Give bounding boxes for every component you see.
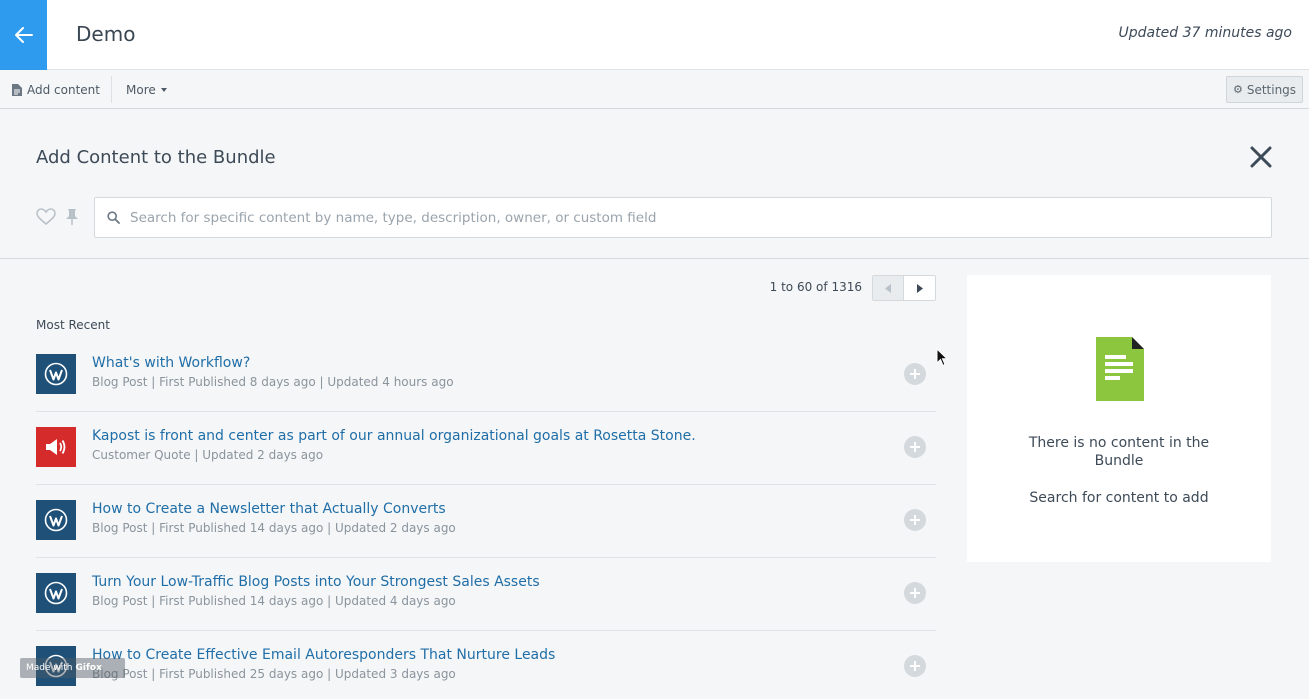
settings-button[interactable]: ⚙ Settings bbox=[1226, 76, 1303, 103]
back-button[interactable] bbox=[0, 0, 47, 70]
favorites-filter[interactable] bbox=[36, 208, 56, 230]
gifox-made-with: Made with bbox=[26, 663, 73, 673]
plus-icon bbox=[910, 588, 920, 598]
top-bar: Demo Updated 37 minutes ago bbox=[0, 0, 1309, 70]
section-label: Most Recent bbox=[36, 318, 110, 332]
content-title-link[interactable]: How to Create a Newsletter that Actually… bbox=[92, 501, 446, 517]
add-content-panel-header: Add Content to the Bundle bbox=[0, 109, 1309, 259]
updated-timestamp: Updated 37 minutes ago bbox=[1118, 25, 1292, 41]
more-dropdown[interactable]: More bbox=[126, 71, 167, 108]
triangle-left-icon bbox=[885, 283, 891, 293]
triangle-right-icon bbox=[916, 283, 923, 293]
pinned-filter[interactable] bbox=[65, 208, 79, 230]
list-item: What's with Workflow? Blog Post | First … bbox=[36, 339, 936, 412]
page-start: 1 bbox=[769, 280, 778, 294]
content-meta: Blog Post | First Published 14 days ago … bbox=[92, 521, 456, 535]
content-title-link[interactable]: Kapost is front and center as part of ou… bbox=[92, 428, 696, 444]
pin-icon bbox=[66, 209, 78, 225]
empty-state-subtitle: Search for content to add bbox=[1029, 490, 1209, 506]
bundle-contents-panel: There is no content in the Bundle Search… bbox=[967, 275, 1271, 562]
add-content-label: Add content bbox=[27, 82, 100, 97]
page-title: Demo bbox=[76, 22, 136, 46]
content-title-link[interactable]: Turn Your Low-Traffic Blog Posts into Yo… bbox=[92, 574, 540, 590]
panel-title: Add Content to the Bundle bbox=[36, 147, 276, 168]
gifox-brand: Gifox bbox=[75, 663, 102, 673]
heart-icon bbox=[36, 208, 56, 226]
search-input[interactable] bbox=[130, 198, 1260, 237]
add-content-button[interactable]: Add content bbox=[12, 71, 100, 108]
add-to-bundle-button[interactable] bbox=[904, 363, 926, 385]
arrow-left-icon bbox=[14, 27, 33, 43]
page-total: 1316 bbox=[831, 280, 862, 294]
toolbar-divider bbox=[111, 76, 112, 103]
empty-document-icon bbox=[1096, 337, 1144, 405]
gifox-watermark: Made with Gifox bbox=[20, 658, 125, 678]
document-icon bbox=[12, 83, 22, 96]
content-title-link[interactable]: What's with Workflow? bbox=[92, 355, 250, 371]
wordpress-icon bbox=[44, 581, 68, 605]
plus-icon bbox=[910, 369, 920, 379]
next-page-button[interactable] bbox=[904, 276, 935, 300]
add-to-bundle-button[interactable] bbox=[904, 509, 926, 531]
list-item: How to Create Effective Email Autorespon… bbox=[36, 631, 936, 699]
content-type-thumb bbox=[36, 573, 76, 613]
pagination-controls bbox=[872, 275, 936, 301]
close-icon bbox=[1250, 146, 1272, 168]
plus-icon bbox=[910, 442, 920, 452]
close-button[interactable] bbox=[1249, 145, 1273, 169]
plus-icon bbox=[910, 661, 920, 671]
toolbar: Add content More ⚙ Settings bbox=[0, 71, 1309, 109]
content-type-thumb bbox=[36, 427, 76, 467]
wordpress-icon bbox=[44, 508, 68, 532]
wordpress-icon bbox=[44, 362, 68, 386]
plus-icon bbox=[910, 515, 920, 525]
add-to-bundle-button[interactable] bbox=[904, 655, 926, 677]
search-box bbox=[94, 197, 1272, 238]
settings-label: Settings bbox=[1246, 82, 1297, 97]
page-of: of bbox=[816, 280, 828, 294]
previous-page-button[interactable] bbox=[873, 276, 905, 300]
page-to: to bbox=[781, 280, 794, 294]
pagination-summary: 1 to 60 of 1316 bbox=[760, 280, 862, 294]
mouse-cursor-icon bbox=[936, 347, 949, 371]
add-to-bundle-button[interactable] bbox=[904, 582, 926, 604]
search-icon bbox=[107, 211, 120, 224]
caret-down-icon bbox=[160, 87, 167, 92]
content-type-thumb bbox=[36, 354, 76, 394]
content-meta: Blog Post | First Published 8 days ago |… bbox=[92, 375, 454, 389]
content-list: What's with Workflow? Blog Post | First … bbox=[36, 339, 936, 699]
list-item: Turn Your Low-Traffic Blog Posts into Yo… bbox=[36, 558, 936, 631]
list-item: Kapost is front and center as part of ou… bbox=[36, 412, 936, 485]
page-end: 60 bbox=[796, 280, 813, 294]
content-meta: Blog Post | First Published 14 days ago … bbox=[92, 594, 456, 608]
add-to-bundle-button[interactable] bbox=[904, 436, 926, 458]
content-type-thumb bbox=[36, 500, 76, 540]
gear-icon: ⚙ bbox=[1232, 83, 1243, 96]
content-title-link[interactable]: How to Create Effective Email Autorespon… bbox=[92, 647, 555, 663]
content-meta: Blog Post | First Published 25 days ago … bbox=[92, 667, 456, 681]
list-item: How to Create a Newsletter that Actually… bbox=[36, 485, 936, 558]
megaphone-icon bbox=[46, 439, 66, 455]
empty-state-title: There is no content in the Bundle bbox=[1028, 435, 1210, 469]
content-meta: Customer Quote | Updated 2 days ago bbox=[92, 448, 324, 462]
more-label: More bbox=[126, 82, 156, 97]
